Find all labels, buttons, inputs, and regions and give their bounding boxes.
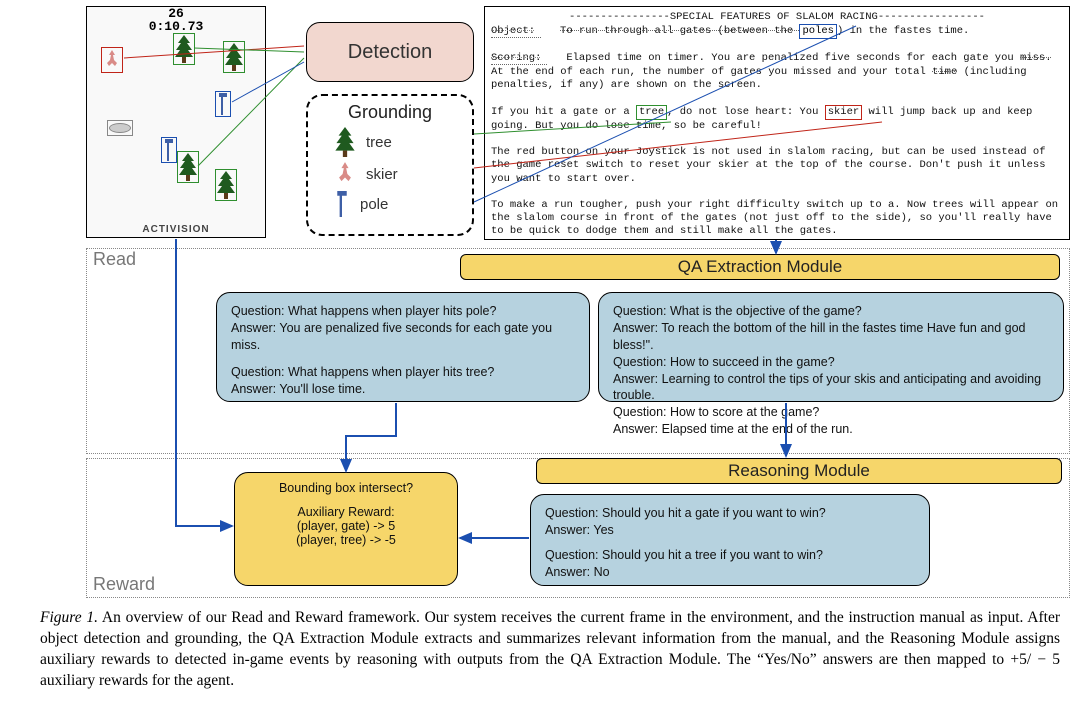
grounding-item-skier: skier — [334, 161, 462, 187]
detection-module: Detection — [306, 22, 474, 82]
manual-p4: To make a run tougher, push your right d… — [491, 199, 1063, 238]
grounding-item-pole: pole — [334, 191, 462, 217]
pole-icon — [334, 191, 350, 217]
word-poles: poles — [799, 24, 837, 39]
manual-scoring: Scoring: Elapsed time on timer. You are … — [491, 52, 1063, 91]
hud-timer: 0:10.73 — [87, 20, 265, 33]
aux-reward-box: Bounding box intersect? Auxiliary Reward… — [234, 472, 458, 586]
bbox-skier — [101, 47, 123, 73]
bbox-tree-3 — [177, 151, 199, 183]
qa-module-header: QA Extraction Module — [460, 254, 1060, 280]
word-skier: skier — [825, 105, 863, 120]
bbox-pole-1 — [161, 137, 177, 163]
word-tree: tree — [636, 105, 667, 120]
game-frame: 26 0:10.73 — [86, 6, 266, 238]
manual-object: Object: To run through all gates (betwee… — [491, 24, 1063, 39]
figure-caption: Figure 1. An overview of our Read and Re… — [40, 608, 1060, 692]
manual-panel: ----------------SPECIAL FEATURES OF SLAL… — [484, 6, 1070, 240]
grounding-module: Grounding tree skier pole — [306, 94, 474, 236]
game-hud: 26 0:10.73 — [87, 7, 265, 33]
reasoning-qa-box: Question: Should you hit a gate if you w… — [530, 494, 930, 586]
grounding-label: pole — [360, 196, 388, 213]
reward-label: Reward — [93, 574, 155, 595]
read-label: Read — [93, 249, 136, 270]
manual-header: ----------------SPECIAL FEATURES OF SLAL… — [491, 11, 1063, 24]
grounding-title: Grounding — [318, 102, 462, 123]
tree-icon — [334, 127, 356, 157]
bbox-tree-4 — [215, 169, 237, 201]
brand-label: ACTIVISION — [87, 224, 265, 235]
reasoning-module-header: Reasoning Module — [536, 458, 1062, 484]
qa-box-objective: Question: What is the objective of the g… — [598, 292, 1064, 402]
grounding-item-tree: tree — [334, 127, 462, 157]
diagram-root: 26 0:10.73 — [86, 6, 1074, 601]
bbox-tree-1 — [173, 33, 195, 65]
bbox-pole-2 — [215, 91, 231, 117]
qa-box-interactions: Question: What happens when player hits … — [216, 292, 590, 402]
bbox-mogul — [107, 120, 133, 136]
manual-p3: The red button on your Joystick is not u… — [491, 146, 1063, 185]
grounding-label: skier — [366, 166, 398, 183]
detection-label: Detection — [348, 41, 433, 64]
skier-icon — [334, 161, 356, 187]
caption-body: An overview of our Read and Reward frame… — [40, 609, 1060, 689]
manual-hit: If you hit a gate or a tree, do not lose… — [491, 105, 1063, 133]
grounding-label: tree — [366, 134, 392, 151]
figure-number: Figure 1. — [40, 609, 98, 626]
bbox-tree-2 — [223, 41, 245, 73]
